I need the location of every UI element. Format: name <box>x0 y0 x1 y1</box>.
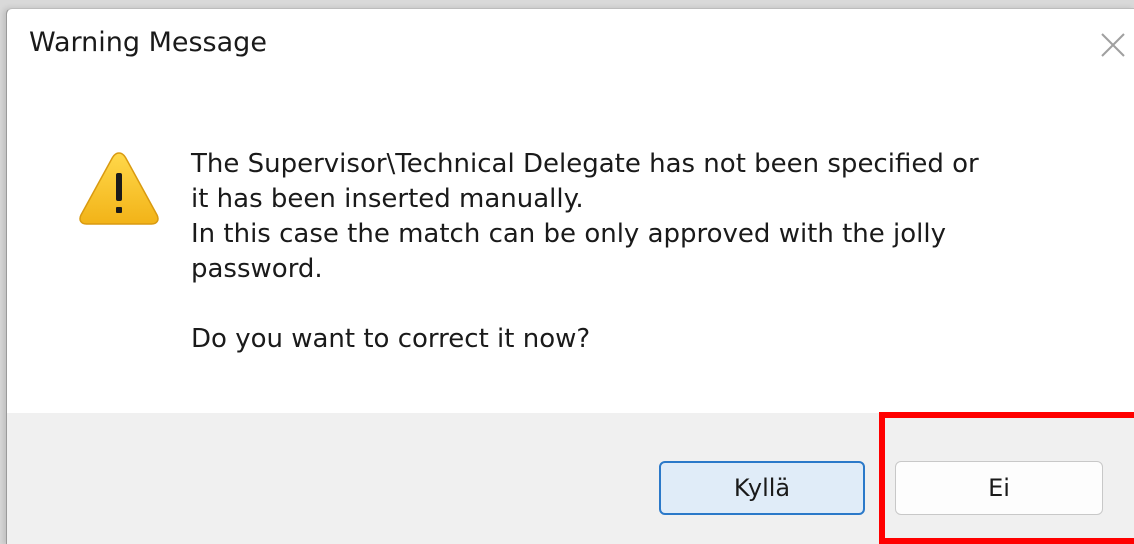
no-button[interactable]: Ei <box>895 461 1103 515</box>
message-question: Do you want to correct it now? <box>191 324 591 354</box>
warning-dialog: Warning Message The Supervisor\Technical… <box>6 8 1134 544</box>
warning-icon <box>79 152 159 225</box>
yes-button[interactable]: Kyllä <box>659 461 865 515</box>
dialog-content: The Supervisor\Technical Delegate has no… <box>7 83 1134 413</box>
close-button[interactable] <box>1091 23 1134 67</box>
message-line-2: it has been inserted manually. <box>191 184 584 214</box>
message-line-3: In this case the match can be only appro… <box>191 219 947 249</box>
close-icon <box>1101 33 1125 57</box>
dialog-title: Warning Message <box>29 27 267 58</box>
title-bar: Warning Message <box>7 9 1134 83</box>
button-bar: Kyllä Ei <box>7 413 1134 544</box>
message-line-1: The Supervisor\Technical Delegate has no… <box>191 149 979 179</box>
message-line-4: password. <box>191 254 323 284</box>
warning-message: The Supervisor\Technical Delegate has no… <box>191 147 1091 357</box>
